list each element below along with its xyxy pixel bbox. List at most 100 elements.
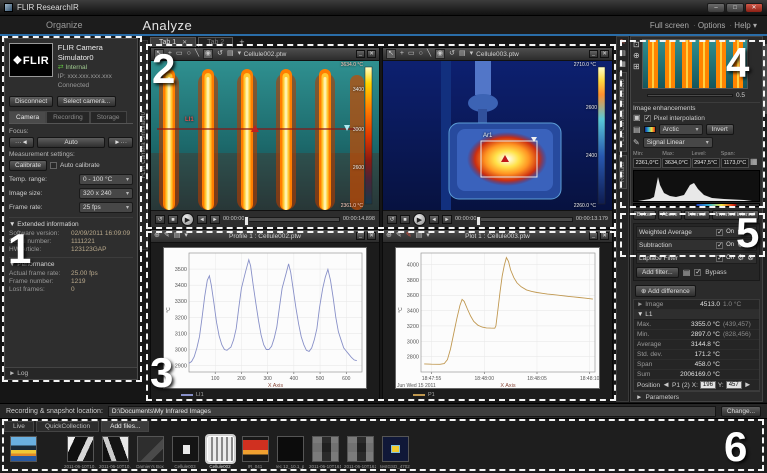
max-value[interactable]: 3634,0°C (662, 158, 690, 168)
file-thumbnail[interactable] (277, 436, 304, 462)
focus-near-button[interactable]: ···◄ (9, 137, 34, 148)
camera-panel-collapsed-tab[interactable]: FLIR Camera Simulator0 (139, 40, 148, 250)
remove-filter-icon[interactable]: ⊗ (747, 254, 754, 262)
eye-icon[interactable]: ◉ (435, 49, 445, 59)
chevron-down-icon[interactable]: ▾ (426, 232, 430, 240)
rectangle-roi-icon[interactable]: ▭ (176, 50, 183, 58)
pencil-icon[interactable]: ✎ (620, 39, 626, 47)
save-icon[interactable]: ▤ (416, 232, 423, 240)
tab-storage[interactable]: Storage (90, 111, 127, 123)
loop-icon[interactable]: ↺ (387, 215, 397, 224)
red-pencil-icon[interactable]: ✎ (406, 232, 412, 240)
menu-help[interactable]: Help ▾ (729, 21, 757, 30)
minimize-view-button[interactable]: _ (356, 232, 365, 240)
minimize-view-button[interactable]: _ (356, 50, 365, 58)
tab-2[interactable]: Tab 2 (198, 37, 233, 47)
ellipse-roi-icon[interactable]: ○ (187, 50, 191, 58)
side-tab-camera-simulator[interactable]: FLIR Camera Simulator0 (619, 72, 627, 152)
focus-auto-button[interactable]: Auto (37, 137, 105, 148)
chevron-down-icon[interactable]: ▾ (470, 50, 474, 58)
file-thumbnail[interactable] (102, 436, 129, 462)
x-position-field[interactable]: 196 (700, 381, 716, 389)
zoom-icon[interactable]: ⊞ (633, 63, 640, 71)
close-view-button[interactable]: ✕ (367, 232, 376, 240)
histogram[interactable] (633, 170, 760, 202)
tab-recording[interactable]: Recording (46, 111, 90, 123)
scale-mode-select[interactable]: Signal Linear▾ (643, 137, 713, 148)
crosshair-tool-icon[interactable]: + (168, 50, 172, 58)
filmstrip-tab-quickcollection[interactable]: QuickCollection (36, 421, 99, 432)
step-forward-button[interactable]: ► (442, 215, 452, 224)
filter-row-subtraction[interactable]: Subtraction ✓ On ⚙ ⊗ (636, 239, 757, 251)
file-thumbnail[interactable] (347, 436, 374, 462)
pan-icon[interactable]: ⊕ (633, 52, 640, 60)
save-icon[interactable]: ▤ (683, 269, 691, 277)
invert-button[interactable]: Invert (706, 124, 734, 135)
file-thumbnail[interactable] (172, 436, 199, 462)
below-button[interactable]: Below (633, 210, 656, 220)
crosshair-tool-icon[interactable]: + (400, 50, 404, 58)
pencil-icon[interactable]: ✎ (396, 232, 402, 240)
stop-icon[interactable]: ■ (168, 215, 178, 224)
cursor-tool-icon[interactable]: ↖ (154, 49, 164, 59)
cursor-tool-icon[interactable]: ↖ (386, 49, 396, 59)
parameters-section[interactable]: ► Parameters (633, 391, 760, 402)
add-files-button[interactable]: Add files... (101, 421, 149, 432)
performance-header[interactable]: ▼ Performance (9, 257, 133, 268)
histogram-icon[interactable]: ▦ (750, 158, 760, 168)
temporal-plot[interactable]: 280030003200340036003800400018:47:5518:4… (383, 243, 612, 400)
change-location-button[interactable]: Change... (721, 406, 761, 417)
seek-bar[interactable] (479, 217, 572, 222)
pan-icon[interactable]: ⊕ (154, 232, 160, 240)
play-button[interactable]: ▶ (413, 213, 426, 226)
recording-location-input[interactable] (108, 406, 716, 417)
minimize-button[interactable]: – (707, 3, 725, 13)
file-thumbnail[interactable] (312, 436, 339, 462)
stop-icon[interactable]: ■ (400, 215, 410, 224)
menu-analyze[interactable]: Analyze (143, 18, 193, 33)
auto-calibrate-checkbox[interactable] (50, 162, 57, 169)
scrollbar[interactable] (763, 36, 767, 402)
disconnect-button[interactable]: Disconnect (9, 96, 53, 107)
inverted-interval-button[interactable]: Inverted interval (712, 210, 759, 220)
line-roi-icon[interactable]: ╲ (427, 50, 431, 58)
save-icon[interactable]: ▤ (174, 232, 181, 240)
maximize-button[interactable]: □ (726, 3, 744, 13)
filter-enabled-checkbox[interactable]: ✓ (716, 242, 723, 249)
filter-row-laplace[interactable]: Laplace Filter ✓ On ⚙ ⊗ (636, 252, 757, 264)
rectangle-roi-icon[interactable]: ▭ (408, 50, 415, 58)
temp-range-select[interactable]: 0 - 100 °C▾ (79, 174, 133, 185)
span-value[interactable]: 1173,0°C (721, 158, 749, 168)
filmstrip-tab-live[interactable]: Live (4, 421, 34, 432)
add-difference-button[interactable]: ⊕ Add difference (635, 285, 696, 297)
level-value[interactable]: 2947,5°C (692, 158, 720, 168)
step-forward-button[interactable]: ► (210, 215, 220, 224)
menu-full-screen[interactable]: Full screen (650, 21, 689, 30)
zoom-slider[interactable] (647, 94, 733, 97)
step-back-button[interactable]: ◄ (197, 215, 207, 224)
chevron-down-icon[interactable]: ▾ (184, 232, 188, 240)
palette-select[interactable]: Arctic▾ (659, 124, 703, 135)
thermal-image-right[interactable]: 2710.0 °C 2600 2400 2260.0 °C Ar1 (383, 61, 612, 210)
roi-group-header[interactable]: ▼ L1 (634, 310, 759, 320)
loop-icon[interactable]: ↺ (155, 215, 165, 224)
minimize-view-button[interactable]: _ (589, 50, 598, 58)
pixel-interpolation-checkbox[interactable]: ✓ (644, 115, 651, 122)
interval-button[interactable]: Interval (684, 210, 710, 220)
close-view-button[interactable]: ✕ (600, 232, 609, 240)
eye-icon[interactable]: ◉ (203, 49, 213, 59)
profile-plot[interactable]: 2900300031003200330034003500100200300400… (151, 243, 379, 400)
line-roi-icon[interactable]: ╲ (195, 50, 199, 58)
above-button[interactable]: Above (658, 210, 682, 220)
image-stats-row[interactable]: ► Image 4513.0 1.0 °C (634, 300, 759, 310)
gear-icon[interactable]: ⚙ (737, 241, 744, 249)
save-icon[interactable]: ▤ (459, 50, 466, 58)
file-thumbnail[interactable] (67, 436, 94, 462)
live-thumbnail[interactable] (10, 436, 37, 462)
bypass-checkbox[interactable]: ✓ (694, 269, 701, 276)
min-value[interactable]: 2361,0°C (633, 158, 661, 168)
close-view-button[interactable]: ✕ (600, 50, 609, 58)
gear-icon[interactable]: ⚙ (737, 228, 744, 236)
focus-far-button[interactable]: ►··· (108, 137, 133, 148)
chevron-down-icon[interactable]: ▾ (238, 50, 242, 58)
